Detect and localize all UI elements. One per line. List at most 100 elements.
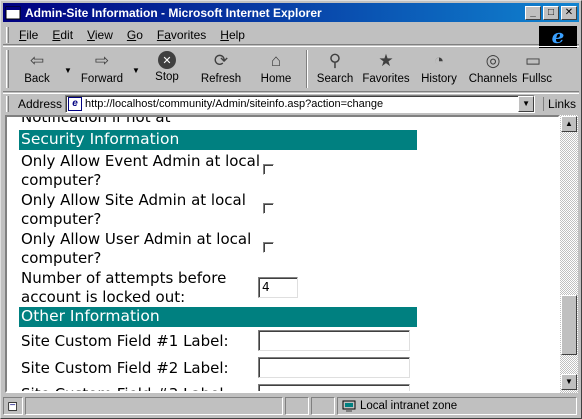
stop-icon: ✕ bbox=[158, 51, 176, 69]
refresh-label: Refresh bbox=[200, 73, 242, 85]
status-text-panel bbox=[25, 397, 283, 415]
stop-label: Stop bbox=[155, 71, 179, 83]
home-button[interactable]: ⌂ Home bbox=[250, 47, 302, 91]
site-admin-checkbox[interactable] bbox=[263, 203, 274, 214]
custom-field-3-input[interactable] bbox=[258, 384, 410, 391]
scroll-down-button[interactable]: ▼ bbox=[561, 374, 577, 390]
channels-label: Channels bbox=[468, 73, 518, 85]
menu-bar: File Edit View Go Favorites Help e bbox=[3, 25, 579, 48]
intranet-zone-icon bbox=[342, 400, 356, 412]
notification-label-cut: Notification if not at bbox=[21, 117, 171, 126]
lockout-attempts-label: Number of attempts before account is loc… bbox=[21, 269, 227, 306]
home-label: Home bbox=[260, 73, 292, 85]
security-section-header: Security Information bbox=[19, 130, 417, 150]
status-bar: Local intranet zone bbox=[3, 396, 579, 416]
status-secure-panel bbox=[311, 397, 335, 415]
address-input[interactable]: e http://localhost/community/Admin/sitei… bbox=[65, 95, 536, 113]
status-progress-panel bbox=[285, 397, 309, 415]
address-dropdown-button[interactable]: ▼ bbox=[518, 96, 535, 112]
fullscreen-label: Fullsc bbox=[522, 73, 553, 85]
close-button[interactable]: ✕ bbox=[561, 5, 577, 20]
status-zone-panel: Local intranet zone bbox=[337, 397, 577, 415]
user-admin-checkbox[interactable] bbox=[263, 242, 274, 253]
menu-go[interactable]: Go bbox=[120, 28, 150, 42]
toolbar-grip[interactable] bbox=[6, 50, 9, 88]
window-title: Admin-Site Information - Microsoft Inter… bbox=[25, 5, 322, 20]
ie-page-icon: e bbox=[68, 97, 83, 111]
maximize-button[interactable]: □ bbox=[543, 5, 559, 20]
custom-field-1-label: Site Custom Field #1 Label: bbox=[21, 332, 229, 350]
history-label: History bbox=[421, 73, 457, 85]
ie-logo-icon: e bbox=[539, 26, 577, 48]
history-button[interactable]: ◔ History bbox=[414, 47, 464, 91]
title-bar[interactable]: Admin-Site Information - Microsoft Inter… bbox=[3, 3, 579, 22]
menu-view-label: iew bbox=[94, 27, 113, 42]
menu-file[interactable]: File bbox=[12, 28, 45, 42]
menu-go-label: o bbox=[136, 27, 143, 42]
home-icon: ⌂ bbox=[270, 51, 282, 70]
minimize-icon: _ bbox=[530, 6, 536, 18]
fullscreen-button[interactable]: ▭ Fullsc bbox=[522, 47, 554, 91]
menu-grip[interactable] bbox=[6, 26, 9, 43]
channels-icon: ◎ bbox=[485, 51, 501, 70]
menu-help[interactable]: Help bbox=[213, 28, 252, 42]
scroll-up-button[interactable]: ▲ bbox=[561, 116, 577, 132]
menu-go-key: G bbox=[126, 27, 137, 42]
menu-view[interactable]: View bbox=[80, 28, 120, 42]
event-admin-checkbox[interactable] bbox=[263, 164, 274, 175]
favorites-button[interactable]: ★ Favorites bbox=[358, 47, 414, 91]
lockout-attempts-input[interactable]: 4 bbox=[258, 277, 298, 298]
fullscreen-icon: ▭ bbox=[524, 51, 542, 70]
forward-arrow-icon: ⇨ bbox=[94, 51, 110, 70]
page-status-icon bbox=[8, 401, 17, 411]
dropdown-arrow-icon: ▼ bbox=[132, 66, 140, 75]
other-section-header: Other Information bbox=[19, 307, 417, 327]
custom-field-1-input[interactable] bbox=[258, 330, 410, 351]
links-button[interactable]: Links bbox=[543, 97, 576, 111]
address-label: Address bbox=[18, 97, 63, 111]
favorites-label: Favorites bbox=[362, 73, 410, 85]
user-admin-label: Only Allow User Admin at local computer? bbox=[21, 230, 252, 267]
scroll-thumb[interactable] bbox=[561, 295, 577, 355]
maximize-icon: □ bbox=[547, 6, 555, 18]
status-page-panel bbox=[3, 397, 23, 415]
back-button[interactable]: ⇦ Back bbox=[12, 47, 62, 91]
back-dropdown-button[interactable]: ▼ bbox=[62, 47, 74, 91]
menu-favorites-label: vorites bbox=[170, 27, 207, 42]
back-label: Back bbox=[24, 73, 50, 85]
custom-field-2-label: Site Custom Field #2 Label: bbox=[21, 359, 229, 377]
stop-button[interactable]: ✕ Stop bbox=[142, 47, 192, 91]
custom-field-2-input[interactable] bbox=[258, 357, 410, 378]
forward-dropdown-button[interactable]: ▼ bbox=[130, 47, 142, 91]
page-viewport: Notification if not at Security Informat… bbox=[5, 115, 560, 393]
refresh-icon: ⟳ bbox=[213, 51, 229, 70]
forward-button[interactable]: ⇨ Forward bbox=[74, 47, 130, 91]
search-label: Search bbox=[316, 73, 354, 85]
standard-toolbar: ⇦ Back ▼ ⇨ Forward ▼ ✕ Stop ⟳ Refresh ⌂ … bbox=[3, 46, 579, 92]
dropdown-arrow-icon: ▼ bbox=[64, 66, 72, 75]
scroll-up-icon: ▲ bbox=[565, 119, 573, 128]
forward-label: Forward bbox=[80, 73, 124, 85]
channels-button[interactable]: ◎ Channels bbox=[464, 47, 522, 91]
event-admin-label: Only Allow Event Admin at local computer… bbox=[21, 152, 261, 189]
menu-edit[interactable]: Edit bbox=[45, 28, 80, 42]
refresh-button[interactable]: ⟳ Refresh bbox=[192, 47, 250, 91]
page-content: Notification if not at Security Informat… bbox=[7, 117, 558, 391]
search-button[interactable]: ⚲ Search bbox=[312, 47, 358, 91]
custom-field-3-label: Site Custom Field #3 Label: bbox=[21, 385, 281, 391]
menu-edit-label: dit bbox=[60, 27, 74, 42]
toolbar-separator bbox=[306, 50, 308, 88]
minimize-button[interactable]: _ bbox=[525, 5, 541, 20]
vertical-scrollbar[interactable]: ▲ ▼ bbox=[560, 115, 578, 393]
page-icon bbox=[5, 6, 21, 20]
zone-text: Local intranet zone bbox=[360, 400, 458, 412]
address-grip[interactable] bbox=[6, 96, 9, 112]
favorites-icon: ★ bbox=[378, 51, 394, 70]
menu-view-key: V bbox=[87, 27, 95, 42]
back-arrow-icon: ⇦ bbox=[29, 51, 45, 70]
menu-help-label: elp bbox=[228, 27, 245, 42]
menu-favorites[interactable]: Favorites bbox=[150, 28, 213, 42]
search-icon: ⚲ bbox=[328, 51, 342, 70]
menu-file-label: ile bbox=[26, 27, 39, 42]
address-url[interactable]: http://localhost/community/Admin/siteinf… bbox=[85, 98, 383, 110]
